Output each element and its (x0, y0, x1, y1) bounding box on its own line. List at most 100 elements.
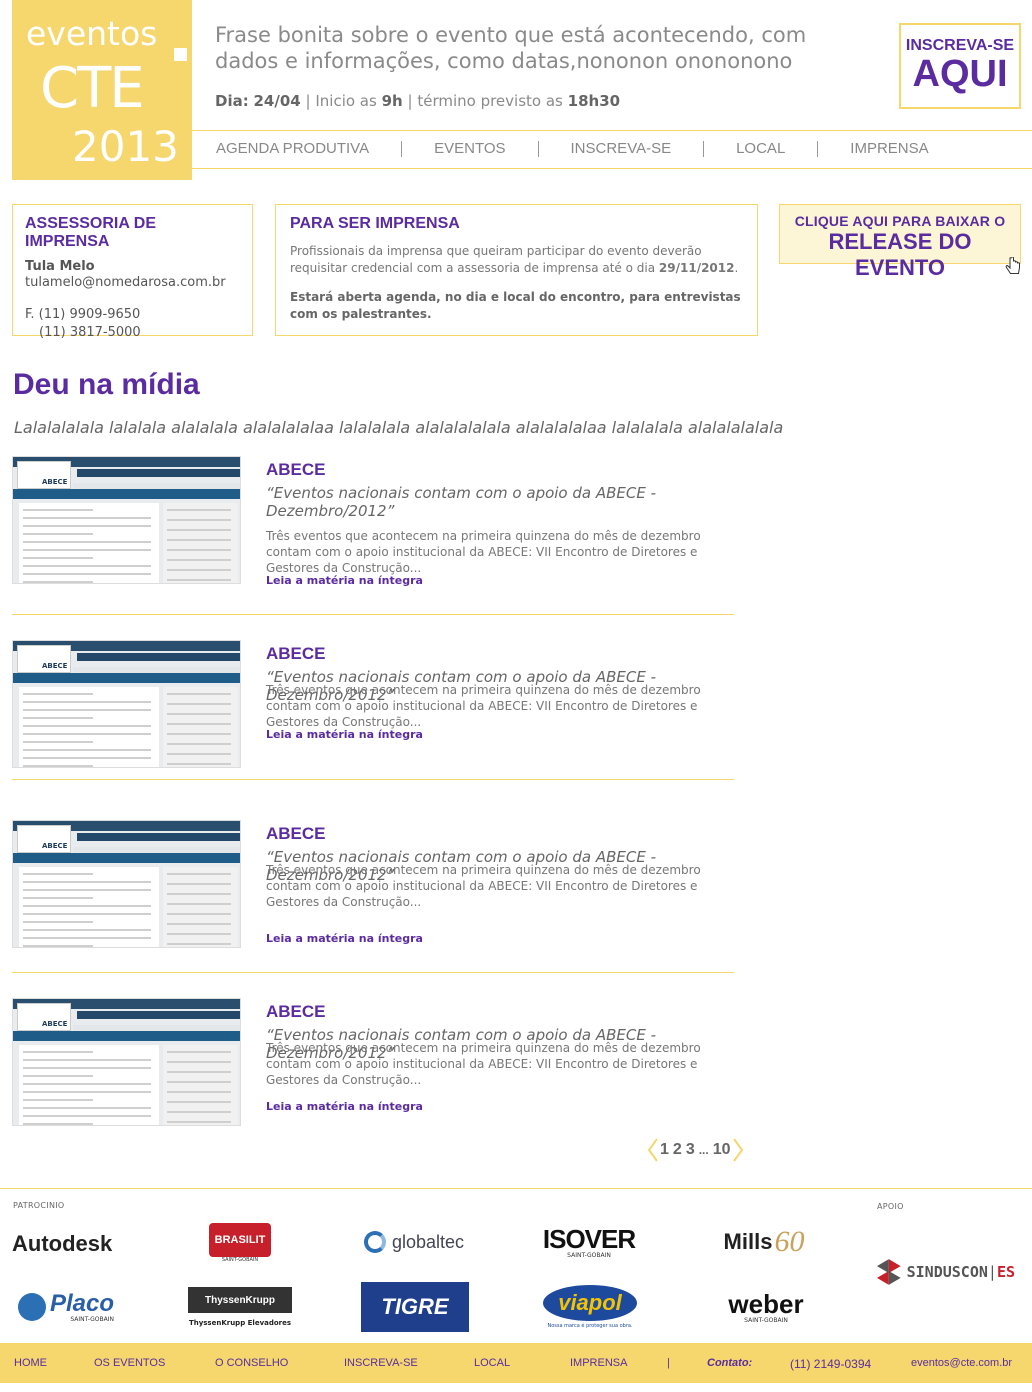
read-more-link[interactable]: Leia a matéria na íntegra (266, 574, 423, 587)
article-thumbnail[interactable]: ABECE (12, 456, 241, 584)
footer-home[interactable]: HOME (14, 1357, 47, 1369)
prev-page-icon[interactable] (648, 1138, 658, 1162)
article-thumbnail[interactable]: ABECE (12, 998, 241, 1126)
thumb-side-line (167, 509, 231, 511)
footer-email[interactable]: eventos@cte.com.br (911, 1357, 1012, 1369)
nav-separator (401, 140, 403, 157)
thumb-text-line (23, 1091, 151, 1093)
footer-inscreva-se[interactable]: INSCREVA-SE (344, 1357, 418, 1369)
sinduscon-divider: | (987, 1263, 997, 1281)
start-label: Inicio as (315, 92, 377, 110)
sponsor-globaltec[interactable]: globaltec (358, 1228, 470, 1256)
thumb-text-line (23, 913, 151, 915)
page-10[interactable]: 10 (711, 1141, 733, 1159)
thumb-side-line (167, 763, 231, 765)
thumb-text-line (23, 921, 93, 923)
sponsor-viapol[interactable]: viapol Nossa marca é proteger sua obra. (541, 1282, 639, 1332)
nav-agenda[interactable]: AGENDA PRODUTIVA (216, 140, 369, 157)
thumb-side-line (167, 733, 231, 735)
article-source[interactable]: ABECE (266, 644, 326, 664)
thumb-content (19, 867, 159, 947)
weber-caption: SAINT-GOBAIN (744, 1316, 788, 1324)
thumb-nav (77, 833, 240, 841)
support-sinduscon[interactable]: SINDUSCON | ES (875, 1256, 1015, 1288)
media-section-title: Deu na mídia (13, 368, 200, 401)
page-1[interactable]: 1 (658, 1141, 671, 1159)
register-button[interactable]: INSCREVA-SE AQUI (899, 23, 1021, 109)
sponsor-isover[interactable]: ISOVER SAINT-GOBAIN (543, 1224, 636, 1260)
thumb-band (13, 853, 240, 863)
page-3[interactable]: 3 (684, 1141, 697, 1159)
nav-divider-top (192, 130, 1032, 131)
nav-divider-bottom (192, 168, 1032, 169)
brasilit-logo: BRASILIT (214, 1234, 266, 1246)
logo[interactable]: eventos CTE 2013 (12, 0, 192, 180)
footer-imprensa[interactable]: IMPRENSA (570, 1357, 627, 1369)
thumb-nav (77, 469, 240, 477)
article-divider (12, 779, 734, 780)
thumb-logo-text: ABECE (42, 842, 68, 850)
thumb-text-line (23, 905, 151, 907)
footer-contact-label: Contato: (707, 1357, 753, 1369)
viapol-logo: viapol (558, 1290, 622, 1315)
article-excerpt: Três eventos que acontecem na primeira q… (266, 1041, 701, 1087)
sponsor-weber[interactable]: weber SAINT-GOBAIN (716, 1287, 816, 1327)
sponsor-thyssenkrupp[interactable]: ThyssenKrupp ThyssenKrupp Elevadores (188, 1284, 292, 1330)
thumb-text-line (23, 693, 93, 695)
thumb-text-line (23, 881, 151, 883)
page-2[interactable]: 2 (671, 1141, 684, 1159)
nav-eventos[interactable]: EVENTOS (434, 140, 505, 157)
brasilit-caption: SAINT-GOBAIN (221, 1257, 259, 1263)
thumb-side-line (167, 943, 231, 945)
thumb-text-line (23, 1083, 151, 1085)
nav-imprensa[interactable]: IMPRENSA (850, 140, 928, 157)
release-line2: RELEASE DO EVENTO (828, 229, 972, 280)
press-contact-email[interactable]: tulamelo@nomedarosa.com.br (25, 274, 240, 292)
article-source[interactable]: ABECE (266, 460, 326, 480)
press-contact-name: Tula Melo (25, 259, 95, 274)
thumb-logo: ABECE (17, 645, 71, 673)
article-thumbnail[interactable]: ABECE (12, 820, 241, 948)
sponsor-mills[interactable]: Mills 60 (712, 1222, 816, 1262)
press-office-title: ASSESSORIA DE IMPRENSA (25, 215, 156, 250)
end-label: término previsto as (417, 92, 563, 110)
thumb-text-line (23, 581, 93, 583)
placo-globe-icon (17, 1293, 46, 1321)
article-source[interactable]: ABECE (266, 824, 326, 844)
article-thumbnail[interactable]: ABECE (12, 640, 241, 768)
thumb-side-line (167, 703, 231, 705)
nav-inscreva[interactable]: INSCREVA-SE (571, 140, 672, 157)
thumb-nav (77, 653, 240, 661)
article-divider (12, 614, 734, 615)
thumb-side-line (167, 923, 231, 925)
article-source[interactable]: ABECE (266, 1002, 326, 1022)
read-more-link[interactable]: Leia a matéria na íntegra (266, 932, 423, 945)
footer-os-eventos[interactable]: OS EVENTOS (94, 1357, 165, 1369)
thumb-text-line (23, 945, 93, 947)
read-more-link[interactable]: Leia a matéria na íntegra (266, 1100, 423, 1113)
sponsor-brasilit[interactable]: BRASILIT SAINT-GOBAIN (209, 1219, 271, 1267)
release-line1: CLIQUE AQUI PARA BAIXAR O (794, 213, 1006, 229)
sponsor-autodesk[interactable]: Autodesk (12, 1230, 122, 1258)
for-press-text: Profissionais da imprensa que queiram pa… (290, 244, 739, 275)
thumb-logo-text: ABECE (42, 662, 68, 670)
thumb-text-line (23, 565, 151, 567)
sinduscon-es-logo: ES (996, 1263, 1015, 1281)
placo-caption: SAINT-GOBAIN (70, 1315, 115, 1323)
next-page-icon[interactable] (732, 1138, 743, 1162)
nav-local[interactable]: LOCAL (736, 140, 785, 157)
date-day: 24/04 (253, 92, 301, 110)
thumb-side-line (167, 1101, 231, 1103)
sponsor-placo[interactable]: Placo SAINT-GOBAIN (12, 1284, 120, 1330)
nav-separator (817, 140, 819, 157)
for-press-title: PARA SER IMPRENSA (290, 215, 460, 232)
sinduscon-icon (876, 1259, 901, 1285)
footer-local[interactable]: LOCAL (474, 1357, 510, 1369)
read-more-link[interactable]: Leia a matéria na íntegra (266, 728, 423, 741)
thumb-text-line (23, 1115, 151, 1117)
footer-o-conselho[interactable]: O CONSELHO (215, 1357, 288, 1369)
release-download-button[interactable]: CLIQUE AQUI PARA BAIXAR O RELEASE DO EVE… (779, 204, 1021, 280)
thumb-content (19, 1045, 159, 1125)
thumb-side-line (167, 1071, 231, 1073)
sponsor-tigre[interactable]: TIGRE (361, 1282, 469, 1332)
